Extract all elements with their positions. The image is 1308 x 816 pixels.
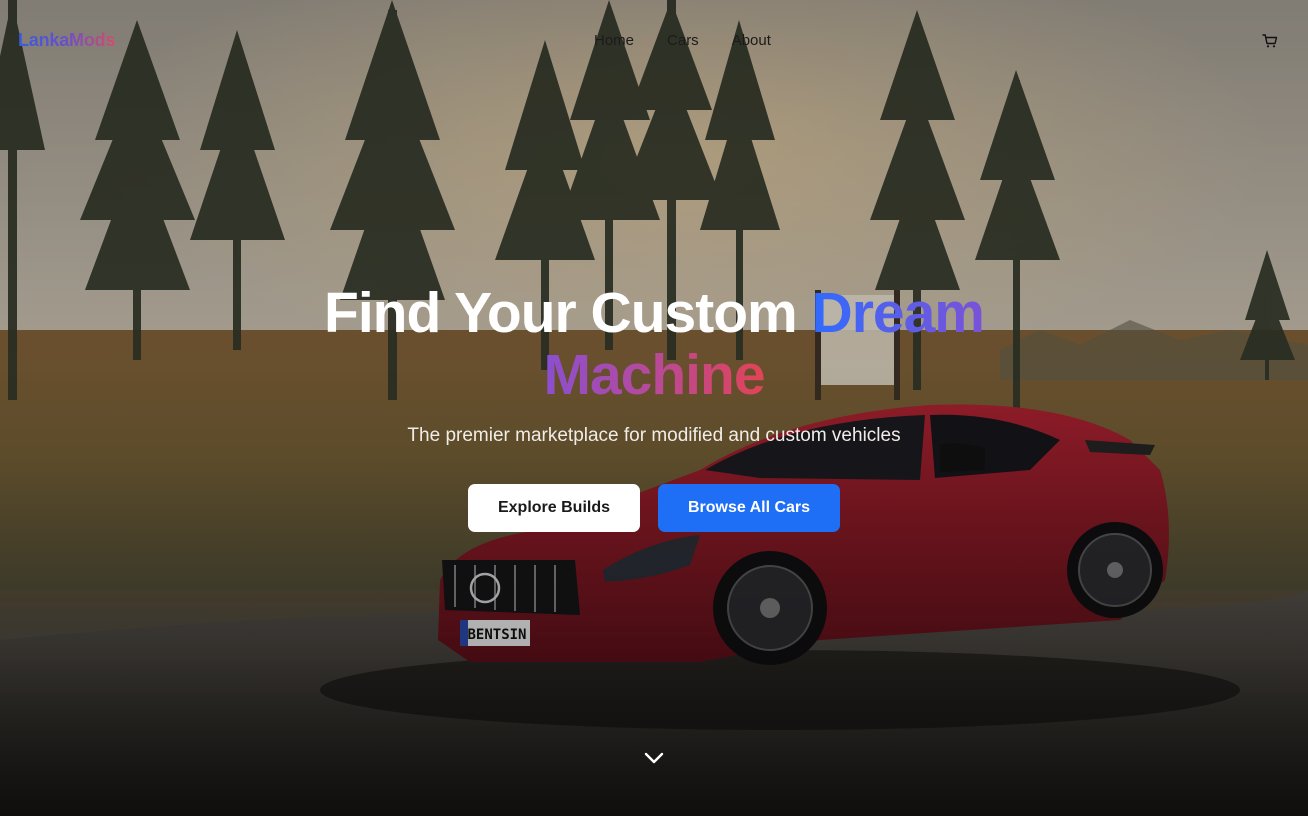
- headline-accent-dream: Dream: [811, 281, 985, 345]
- nav-link-home[interactable]: Home: [594, 32, 634, 49]
- top-navbar: LankaMods Home Cars About: [0, 0, 1308, 80]
- cart-icon[interactable]: [1262, 33, 1278, 49]
- hero-overlay: [0, 0, 1308, 816]
- hero-headline: Find Your Custom Dream Machine: [0, 282, 1308, 406]
- headline-white-part: Find Your Custom: [324, 281, 812, 345]
- explore-builds-button[interactable]: Explore Builds: [468, 484, 640, 532]
- nav-link-cars[interactable]: Cars: [667, 32, 699, 49]
- chevron-down-icon[interactable]: [643, 750, 665, 766]
- main-menu: Home Cars About: [594, 32, 771, 49]
- browse-all-cars-button[interactable]: Browse All Cars: [658, 484, 840, 532]
- nav-link-about[interactable]: About: [732, 32, 771, 49]
- headline-accent-machine: Machine: [543, 343, 765, 407]
- hero-section: BENTSIN LankaMods Home Cars About Find Y…: [0, 0, 1308, 816]
- hero-subtitle: The premier marketplace for modified and…: [407, 425, 901, 446]
- brand-logo[interactable]: LankaMods: [18, 30, 115, 51]
